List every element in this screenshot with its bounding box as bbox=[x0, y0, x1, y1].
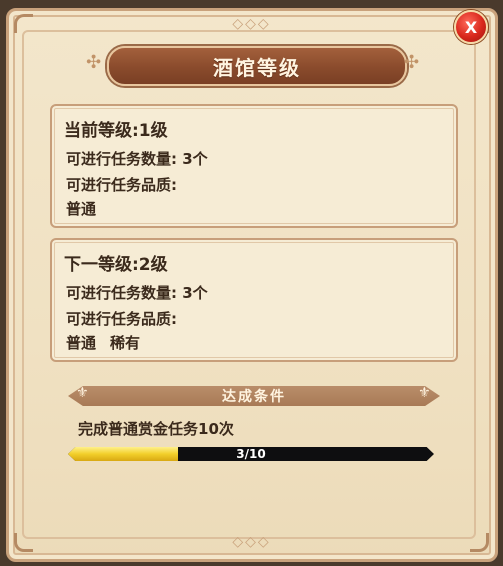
corner-ornament bbox=[14, 533, 33, 552]
current-task-count: 可进行任务数量: 3个 bbox=[66, 150, 208, 168]
close-icon: X bbox=[464, 17, 478, 37]
quality-tag-common: 普通 bbox=[66, 334, 97, 352]
quality-tag-rare: 稀有 bbox=[110, 334, 141, 352]
current-level-card: 当前等级:1级 可进行任务数量: 3个 可进行任务品质: 普通 bbox=[50, 104, 458, 228]
fleur-icon: ⚜ bbox=[76, 385, 89, 401]
condition-header-bar: 达成条件 bbox=[68, 386, 440, 406]
corner-ornament bbox=[14, 14, 33, 33]
progress-bar: 3/10 bbox=[68, 447, 434, 461]
next-level-card: 下一等级:2级 可进行任务数量: 3个 可进行任务品质: 普通 稀有 bbox=[50, 238, 458, 362]
progress-text: 3/10 bbox=[236, 447, 266, 461]
next-quality-list: 普通 稀有 bbox=[66, 332, 140, 353]
condition-requirement: 完成普通赏金任务10次 bbox=[78, 420, 234, 438]
current-level-heading: 当前等级:1级 bbox=[64, 121, 168, 141]
bottom-diamond-ornament: ◇◇◇ bbox=[232, 534, 271, 550]
next-level-heading: 下一等级:2级 bbox=[64, 255, 168, 275]
next-quality-label: 可进行任务品质: bbox=[66, 310, 177, 328]
flourish-icon: ✣ bbox=[86, 52, 102, 73]
next-task-count: 可进行任务数量: 3个 bbox=[66, 284, 208, 302]
page-title: 酒馆等级 bbox=[213, 55, 301, 80]
quality-tag-common: 普通 bbox=[66, 200, 97, 218]
flourish-icon: ✣ bbox=[404, 52, 420, 73]
top-diamond-ornament: ◇◇◇ bbox=[232, 16, 271, 32]
close-button[interactable]: X bbox=[454, 10, 488, 44]
title-banner: 酒馆等级 bbox=[107, 46, 407, 86]
fleur-icon: ⚜ bbox=[418, 385, 431, 401]
condition-title: 达成条件 bbox=[222, 389, 286, 405]
current-quality-label: 可进行任务品质: bbox=[66, 176, 177, 194]
current-quality-list: 普通 bbox=[66, 198, 96, 219]
